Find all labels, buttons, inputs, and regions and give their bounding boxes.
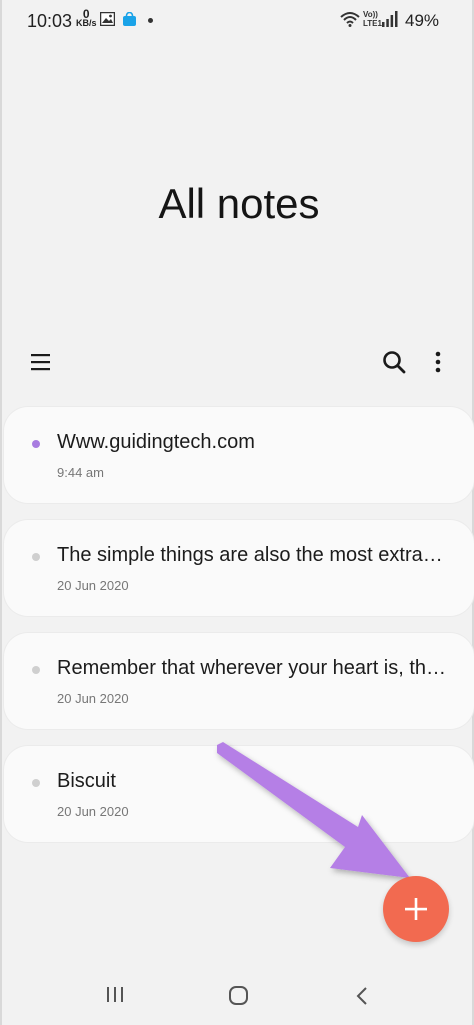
note-title: Www.guidingtech.com (57, 431, 255, 453)
note-date: 20 Jun 2020 (57, 691, 129, 706)
note-color-dot (32, 553, 40, 561)
recents-icon[interactable] (106, 985, 124, 1005)
page-title: All notes (158, 180, 320, 227)
note-item[interactable]: Remember that wherever your heart is, th… (4, 633, 474, 729)
more-notifications-dot (148, 18, 153, 23)
search-icon[interactable] (381, 349, 407, 375)
annotation-arrow-icon (217, 742, 410, 878)
volte-line2: LTE1 (363, 19, 382, 28)
volte-line1: Vo)) (363, 10, 378, 19)
shopping-bag-notification-icon (123, 12, 136, 26)
signal-strength-icon (382, 11, 398, 27)
note-color-dot (32, 440, 40, 448)
notes-screen: 10:03 0 KB/s Vo)) LTE1 49% All notes Www… (0, 0, 474, 1025)
hamburger-menu-icon[interactable] (29, 350, 53, 374)
more-vertical-icon[interactable] (429, 349, 447, 375)
note-item[interactable]: Www.guidingtech.com 9:44 am (4, 407, 474, 503)
wifi-icon (340, 12, 360, 27)
note-item[interactable]: The simple things are also the most extr… (4, 520, 474, 616)
plus-icon (405, 898, 427, 920)
note-title: Remember that wherever your heart is, th… (57, 657, 449, 679)
gallery-notification-icon (100, 12, 115, 26)
note-color-dot (32, 779, 40, 787)
back-icon[interactable] (354, 985, 370, 1007)
battery-percentage: 49% (405, 11, 440, 30)
note-title: The simple things are also the most extr… (57, 544, 449, 566)
data-speed-indicator: 0 KB/s (76, 8, 97, 28)
home-icon[interactable] (228, 985, 250, 1007)
note-date: 20 Jun 2020 (57, 804, 129, 819)
data-speed-unit: KB/s (76, 18, 97, 28)
note-date: 20 Jun 2020 (57, 578, 129, 593)
volte-indicator: Vo)) LTE1 (363, 10, 382, 28)
status-time: 10:03 (27, 11, 73, 31)
note-color-dot (32, 666, 40, 674)
status-bar: 10:03 0 KB/s Vo)) LTE1 49% (2, 0, 474, 40)
note-date: 9:44 am (57, 465, 104, 480)
add-note-button[interactable] (383, 876, 449, 942)
